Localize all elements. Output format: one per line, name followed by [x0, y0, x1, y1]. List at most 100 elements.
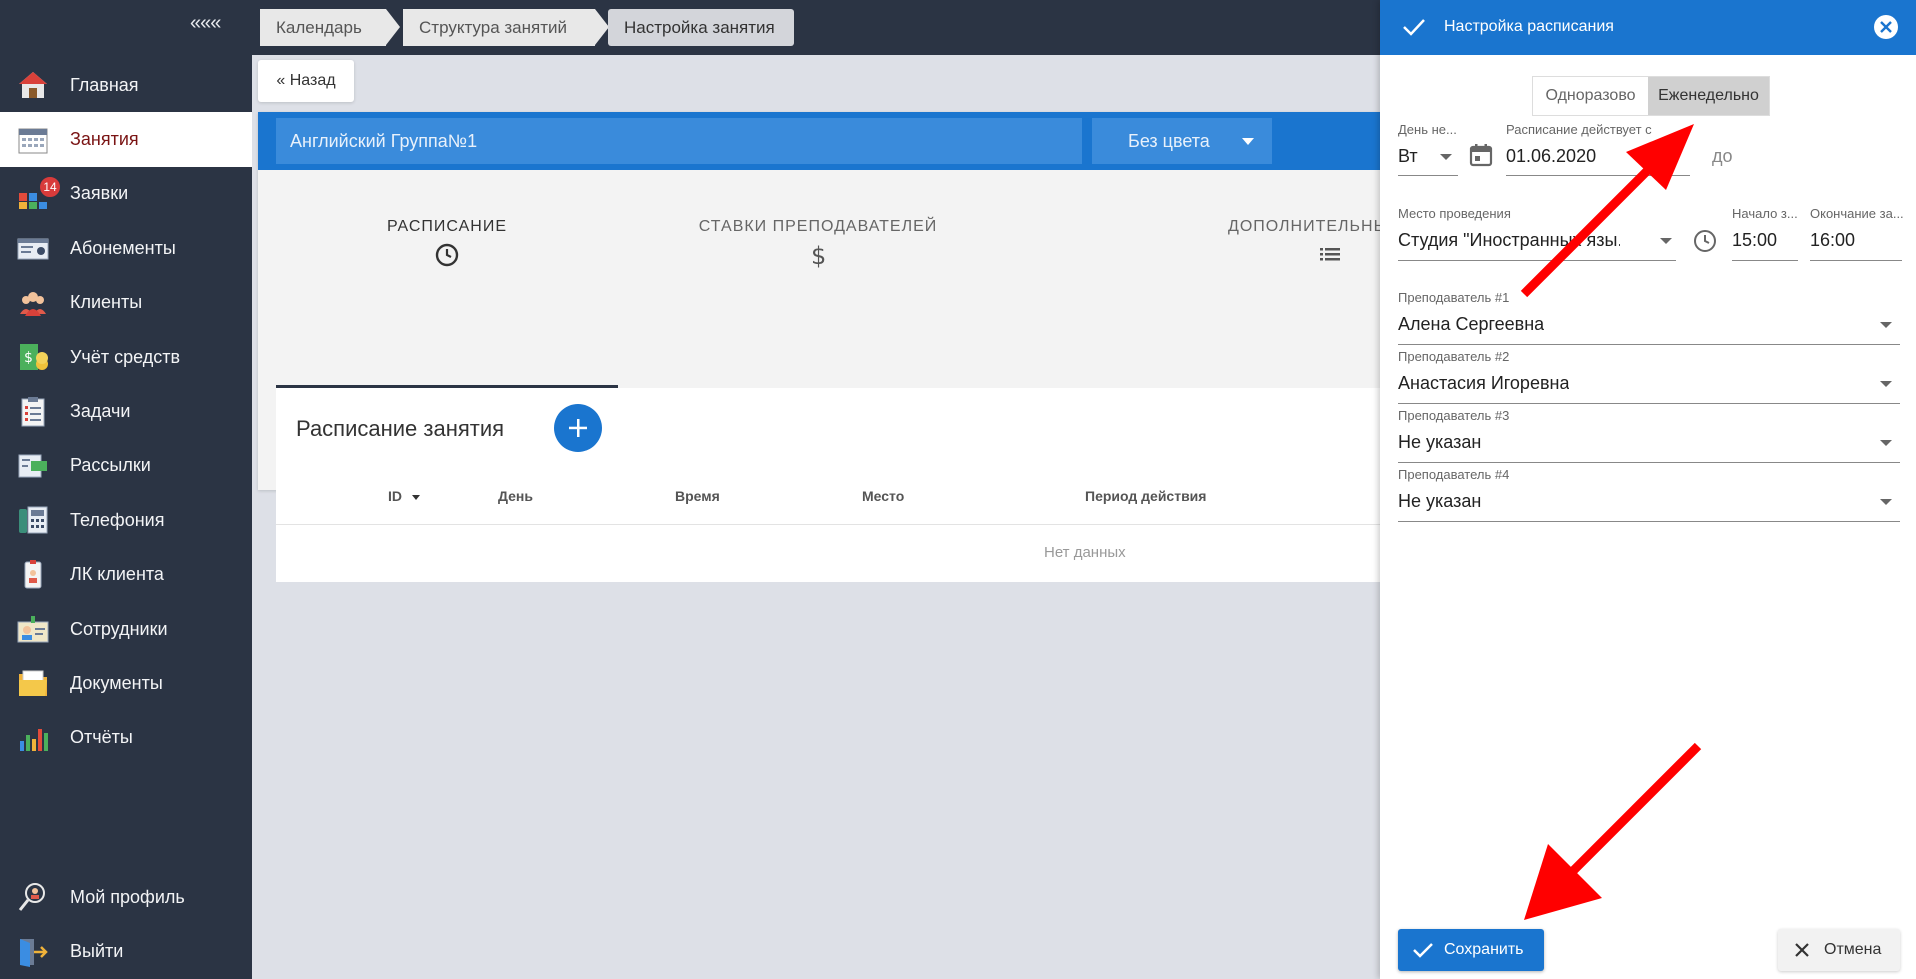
- place-label: Место проведения: [1398, 206, 1511, 221]
- schedule-settings-panel: Настройка расписания Одноразово Еженедел…: [1380, 0, 1916, 979]
- close-panel-button[interactable]: [1874, 15, 1898, 39]
- group-name-input[interactable]: Английский Группа№1: [276, 118, 1082, 164]
- sidebar-item-label: Клиенты: [70, 292, 143, 313]
- column-header-place[interactable]: Место: [862, 488, 904, 504]
- teacher-4-label: Преподаватель #4: [1398, 467, 1510, 482]
- reports-icon: [16, 721, 50, 755]
- column-header-period[interactable]: Период действия: [1085, 488, 1206, 504]
- dollar-icon: $: [618, 242, 1018, 268]
- chevron-down-icon[interactable]: [1880, 381, 1892, 387]
- chevron-down-icon[interactable]: [1660, 238, 1672, 244]
- day-of-week-label: День не...: [1398, 122, 1457, 137]
- column-header-label: ID: [388, 488, 402, 504]
- column-header-id[interactable]: ID: [388, 488, 420, 504]
- svg-text:$: $: [811, 242, 827, 268]
- sidebar-item-label: Главная: [70, 74, 139, 95]
- money-icon: $: [16, 340, 50, 374]
- teacher-3-underline: [1398, 462, 1900, 463]
- tab-teacher-rates[interactable]: СТАВКИ ПРЕПОДАВАТЕЛЕЙ $: [618, 170, 1018, 288]
- save-button-label: Сохранить: [1444, 941, 1524, 958]
- sidebar-item-requests[interactable]: 14 Заявки: [0, 167, 252, 221]
- end-time-input[interactable]: 16:00: [1810, 230, 1855, 251]
- teacher-2-underline: [1398, 403, 1900, 404]
- sidebar-item-label: Абонементы: [70, 237, 176, 258]
- calendar-picker-icon[interactable]: [1468, 142, 1494, 168]
- sidebar-item-label: Рассылки: [70, 455, 151, 476]
- sidebar: ««« Главная Занятия 14 Заявки Абонементы: [0, 0, 252, 979]
- teacher-2-select[interactable]: Анастасия Игоревна: [1398, 373, 1569, 394]
- end-time-label: Окончание за...: [1810, 206, 1904, 221]
- sidebar-item-label: Выйти: [70, 941, 124, 962]
- sidebar-item-label: Задачи: [70, 401, 131, 422]
- breadcrumb-lesson-structure[interactable]: Структура занятий: [403, 9, 595, 46]
- lesson-card: Английский Группа№1 Без цвета РАСПИСАНИЕ…: [258, 112, 1458, 582]
- teacher-4-underline: [1398, 521, 1900, 522]
- breadcrumb-lesson-settings[interactable]: Настройка занятия: [608, 9, 794, 46]
- schedule-from-input[interactable]: 01.06.2020: [1506, 146, 1596, 167]
- sidebar-item-profile[interactable]: Мой профиль: [0, 870, 252, 924]
- sidebar-item-subscriptions[interactable]: Абонементы: [0, 221, 252, 275]
- documents-icon: [16, 666, 50, 700]
- phone-icon: [16, 503, 50, 537]
- place-underline: [1398, 260, 1676, 261]
- color-select[interactable]: Без цвета: [1092, 118, 1272, 164]
- mailing-icon: [16, 449, 50, 483]
- collapse-sidebar-button[interactable]: «««: [190, 12, 221, 35]
- sidebar-item-logout[interactable]: Выйти: [0, 924, 252, 978]
- sidebar-item-finance[interactable]: $ Учёт средств: [0, 330, 252, 384]
- sidebar-item-lessons[interactable]: Занятия: [0, 112, 252, 167]
- chevron-down-icon[interactable]: [1880, 322, 1892, 328]
- cancel-button[interactable]: Отмена: [1778, 929, 1900, 971]
- sidebar-item-client-account[interactable]: ЛК клиента: [0, 548, 252, 602]
- empty-table-message: Нет данных: [1044, 544, 1126, 561]
- staff-icon: [16, 612, 50, 646]
- chevron-down-icon[interactable]: [1440, 154, 1452, 160]
- sidebar-item-tasks[interactable]: Задачи: [0, 384, 252, 438]
- sidebar-item-telephony[interactable]: Телефония: [0, 493, 252, 547]
- home-icon: [16, 68, 50, 102]
- frequency-toggle: Одноразово Еженедельно: [1532, 76, 1770, 116]
- breadcrumb-calendar[interactable]: Календарь: [260, 9, 386, 46]
- start-time-label: Начало з...: [1732, 206, 1798, 221]
- day-of-week-underline: [1398, 175, 1458, 176]
- place-select[interactable]: Студия "Иностранных язы...: [1398, 230, 1620, 251]
- sidebar-bottom-nav: Мой профиль Выйти: [0, 870, 252, 979]
- schedule-section: Расписание занятия ID День Время Место П…: [276, 388, 1458, 582]
- teacher-4-select[interactable]: Не указан: [1398, 491, 1481, 512]
- profile-icon: [16, 880, 50, 914]
- tab-schedule[interactable]: РАСПИСАНИЕ: [276, 170, 618, 288]
- sidebar-item-documents[interactable]: Документы: [0, 656, 252, 710]
- sidebar-item-label: Сотрудники: [70, 618, 168, 639]
- sidebar-item-home[interactable]: Главная: [0, 58, 252, 112]
- teacher-3-select[interactable]: Не указан: [1398, 432, 1481, 453]
- subscription-icon: [16, 231, 50, 265]
- schedule-to-input[interactable]: до: [1712, 146, 1733, 167]
- chevron-down-icon: [1242, 138, 1254, 145]
- chevron-down-icon[interactable]: [1880, 499, 1892, 505]
- teacher-1-underline: [1398, 344, 1900, 345]
- sidebar-item-staff[interactable]: Сотрудники: [0, 602, 252, 656]
- day-of-week-value[interactable]: Вт: [1398, 146, 1418, 167]
- column-header-time[interactable]: Время: [675, 488, 720, 504]
- teacher-1-select[interactable]: Алена Сергеевна: [1398, 314, 1544, 335]
- chevron-down-icon[interactable]: [1880, 440, 1892, 446]
- start-time-input[interactable]: 15:00: [1732, 230, 1777, 251]
- sidebar-item-label: Занятия: [70, 129, 139, 150]
- svg-text:$: $: [24, 350, 33, 366]
- check-icon: [1413, 943, 1433, 958]
- start-time-underline: [1732, 260, 1798, 261]
- toggle-weekly[interactable]: Еженедельно: [1648, 77, 1769, 115]
- sidebar-item-reports[interactable]: Отчёты: [0, 711, 252, 765]
- toggle-once[interactable]: Одноразово: [1533, 77, 1648, 115]
- tasks-icon: [16, 395, 50, 429]
- sidebar-item-label: Учёт средств: [70, 346, 181, 367]
- add-schedule-button[interactable]: [554, 404, 602, 452]
- tab-label: СТАВКИ ПРЕПОДАВАТЕЛЕЙ: [698, 218, 938, 235]
- back-button[interactable]: « Назад: [258, 60, 354, 102]
- sidebar-nav: Главная Занятия 14 Заявки Абонементы Кли…: [0, 58, 252, 765]
- save-button[interactable]: Сохранить: [1398, 929, 1544, 971]
- sidebar-item-clients[interactable]: Клиенты: [0, 276, 252, 330]
- sidebar-item-label: ЛК клиента: [70, 564, 164, 585]
- sidebar-item-mailings[interactable]: Рассылки: [0, 439, 252, 493]
- column-header-day[interactable]: День: [498, 488, 533, 504]
